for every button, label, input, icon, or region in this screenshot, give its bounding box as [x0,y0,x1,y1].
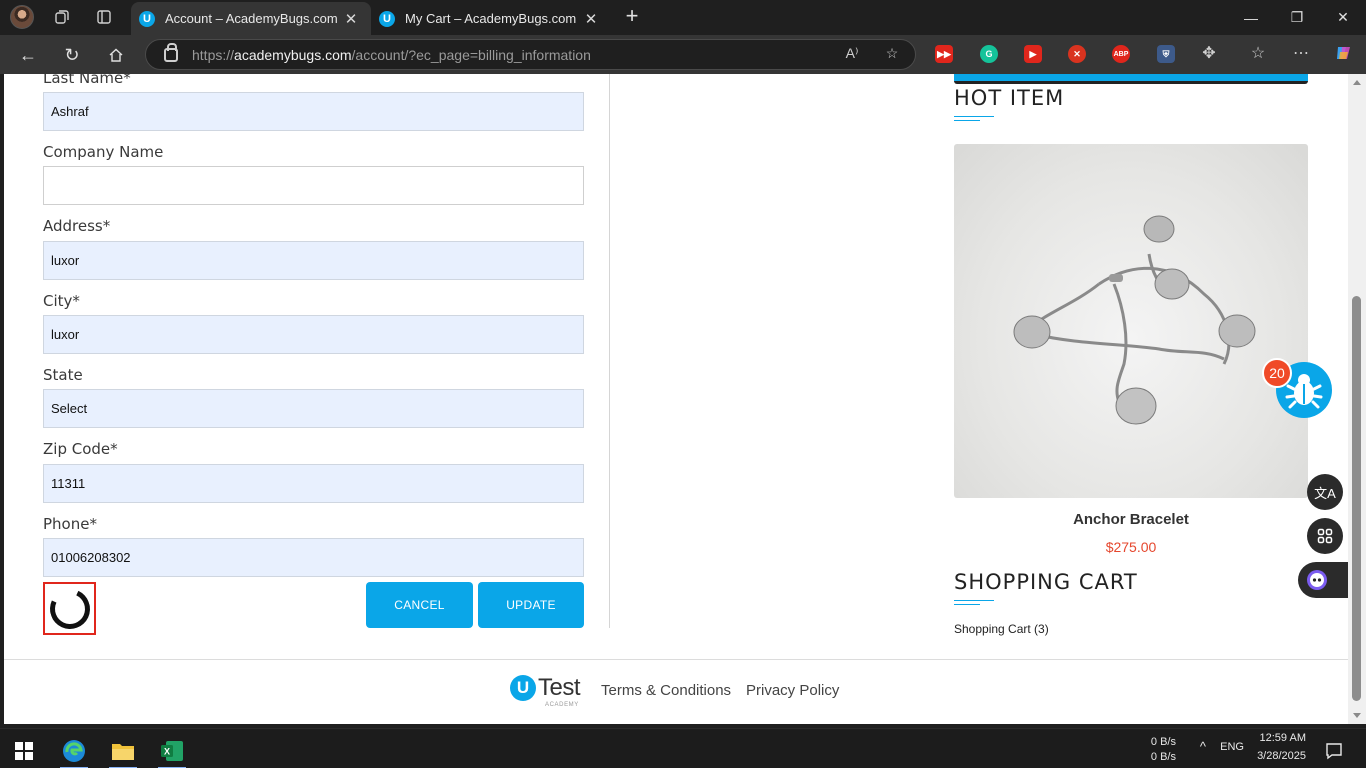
assistant-face-icon [1307,570,1327,590]
city-field[interactable]: luxor [43,315,584,354]
tab-title: My Cart – AcademyBugs.com [405,11,577,26]
hot-item-title: HOT ITEM [954,86,1065,110]
adblock-plus-icon[interactable]: ABP [1112,45,1130,63]
product-name[interactable]: Anchor Bracelet [954,511,1308,528]
new-tab-button[interactable]: + [620,4,644,30]
clock-time[interactable]: 12:59 AM [1250,732,1306,744]
spinner-icon [43,582,96,635]
utest-logo-text: Test [538,674,581,701]
scroll-thumb[interactable] [1352,296,1361,701]
back-arrow-icon[interactable]: ← [14,41,42,69]
chevron-up-icon[interactable]: ^ [1192,739,1206,754]
tools-extension-icon[interactable]: ✕ [1068,45,1086,63]
network-download-speed: 0 B/s [1150,751,1176,763]
academybugs-favicon-icon: U [139,10,155,27]
shopping-cart-title: SHOPPING CART [954,570,1138,594]
bug-count-badge: 20 [1262,358,1292,388]
tab-title: Account – AcademyBugs.com [165,11,338,26]
title-underline [954,600,994,601]
address-label: Address* [43,217,111,235]
company-name-label: Company Name [43,143,164,161]
video-extension-icon[interactable]: ▶ [1024,45,1042,63]
favorites-icon[interactable]: ☆ [1246,41,1270,65]
sidebar-top-bar [954,74,1308,84]
excel-taskbar-icon[interactable]: X [152,733,192,768]
column-divider [609,74,610,628]
home-icon[interactable] [102,41,130,69]
privacy-link[interactable]: Privacy Policy [746,682,839,699]
read-aloud-icon[interactable]: A⁾ [840,41,864,65]
assistant-widget[interactable] [1298,562,1348,598]
tab-actions-icon[interactable] [90,4,118,30]
svg-text:X: X [164,747,170,757]
loading-spinner [43,582,96,635]
title-underline [954,120,980,121]
address-field[interactable]: luxor [43,241,584,280]
company-name-field[interactable] [43,166,584,205]
footer-divider [4,659,1348,660]
state-select[interactable]: Select [43,389,584,428]
url-text: https://academybugs.com/account/?ec_page… [192,46,591,63]
product-price: $275.00 [1105,539,1157,555]
close-tab-icon[interactable]: ✕ [581,10,601,28]
scroll-down-icon[interactable] [1353,713,1361,718]
settings-more-icon[interactable]: ⋯ [1289,41,1313,65]
phone-label: Phone* [43,515,97,533]
reload-icon[interactable]: ↻ [58,41,86,69]
bracelet-picture [1013,215,1256,425]
browser-tab-strip: U Account – AcademyBugs.com ✕ U My Cart … [0,0,1366,35]
copilot-icon[interactable] [1332,41,1356,65]
close-window-button[interactable]: ✕ [1320,0,1366,35]
phone-field[interactable]: 01006208302 [43,538,584,577]
title-underline [954,604,980,605]
update-button[interactable]: UPDATE [478,582,584,628]
academybugs-favicon-icon: U [379,10,395,27]
cancel-button[interactable]: CANCEL [366,582,473,628]
tab-account[interactable]: U Account – AcademyBugs.com ✕ [131,2,371,35]
scroll-up-icon[interactable] [1353,80,1361,85]
zip-code-label: Zip Code* [43,440,118,458]
extensions-puzzle-icon[interactable]: ✥ [1197,41,1221,65]
apps-grid-icon[interactable] [1307,518,1343,554]
close-tab-icon[interactable]: ✕ [341,10,361,28]
utest-logo[interactable]: U Test [510,674,581,702]
clock-date[interactable]: 3/28/2025 [1250,750,1306,762]
browser-toolbar: ← ↻ https://academybugs.com/account/?ec_… [0,35,1366,74]
minimize-button[interactable]: — [1228,0,1274,35]
translate-icon[interactable]: 文A [1307,474,1343,510]
address-bar[interactable]: https://academybugs.com/account/?ec_page… [145,39,916,70]
utest-logo-u: U [510,675,536,701]
favorite-star-icon[interactable]: ☆ [880,41,904,65]
workspaces-icon[interactable] [48,4,76,30]
language-indicator[interactable]: ENG [1214,741,1244,753]
page-scrollbar[interactable] [1348,74,1366,724]
windows-taskbar: X 0 B/s 0 B/s ^ ENG 12:59 AM 3/28/2025 [0,728,1366,768]
zip-code-field[interactable]: 11311 [43,464,584,503]
shield-extension-icon[interactable]: ⛨ [1157,45,1175,63]
media-extension-icon[interactable]: ▶▶ [935,45,953,63]
title-underline [954,116,994,117]
shopping-cart-link[interactable]: Shopping Cart (3) [954,622,1049,636]
city-label: City* [43,292,80,310]
lock-icon[interactable] [164,42,178,62]
notifications-icon[interactable] [1314,733,1354,768]
terms-link[interactable]: Terms & Conditions [601,682,731,699]
last-name-label: Last Name* [43,74,131,87]
last-name-field[interactable]: Ashraf [43,92,584,131]
restore-button[interactable]: ❐ [1274,0,1320,35]
file-explorer-icon[interactable] [103,733,143,768]
state-label: State [43,366,83,384]
utest-logo-sub: ACADEMY [545,702,579,708]
page-viewport: Last Name* Ashraf Company Name Address* … [4,74,1348,724]
edge-taskbar-icon[interactable] [54,733,94,768]
grammarly-extension-icon[interactable]: G [980,45,998,63]
product-image[interactable] [954,144,1308,498]
tab-my-cart[interactable]: U My Cart – AcademyBugs.com ✕ [371,2,611,35]
network-upload-speed: 0 B/s [1150,736,1176,748]
windows-start-icon[interactable] [4,733,44,768]
profile-avatar[interactable] [10,5,34,29]
